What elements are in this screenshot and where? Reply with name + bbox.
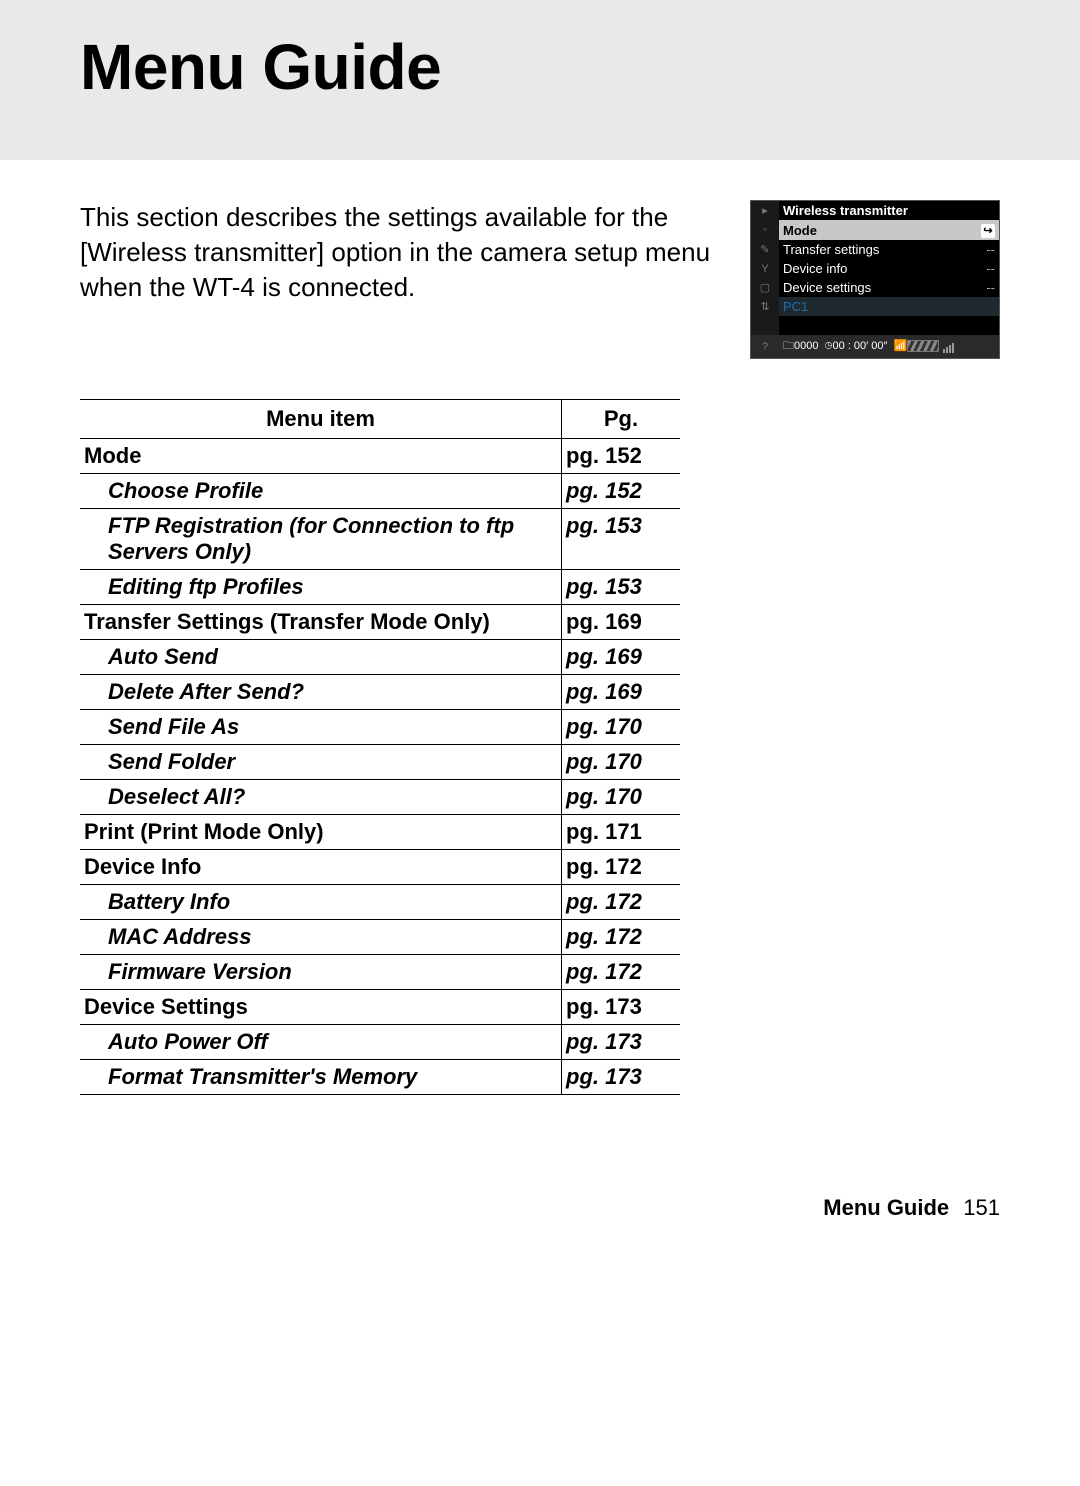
table-row: Modepg. 152 [80,439,680,474]
table-row: Format Transmitter's Memorypg. 173 [80,1060,680,1095]
camera-row-deviceinfo-val: -- [961,259,999,278]
menu-item-name: Send File As [80,710,562,745]
menu-item-page: pg. 152 [562,439,681,474]
menu-item-page: pg. 172 [562,955,681,990]
menu-item-page: pg. 171 [562,815,681,850]
table-row: Deselect All?pg. 170 [80,780,680,815]
camera-row-transfer-val: -- [961,240,999,259]
pencil-icon: ✎ [751,240,779,259]
camera-menu-title: Wireless transmitter [779,201,999,220]
menu-item-page: pg. 173 [562,1025,681,1060]
table-row: Send File Aspg. 170 [80,710,680,745]
menu-item-page: pg. 170 [562,710,681,745]
table-row: MAC Addresspg. 172 [80,920,680,955]
status-count: 0000 [794,340,818,352]
menu-item-page: pg. 153 [562,570,681,605]
menu-item-name: Auto Power Off [80,1025,562,1060]
menu-item-name: Send Folder [80,745,562,780]
table-row: Delete After Send?pg. 169 [80,675,680,710]
menu-item-page: pg. 172 [562,850,681,885]
table-row: Editing ftp Profilespg. 153 [80,570,680,605]
camera-profile: PC1 [779,297,999,316]
camera-row-transfer: Transfer settings [779,240,961,259]
table-row: Device Settingspg. 173 [80,990,680,1025]
menu-item-name: Mode [80,439,562,474]
menu-item-table: Menu item Pg. Modepg. 152Choose Profilep… [80,399,680,1095]
menu-item-name: Auto Send [80,640,562,675]
menu-item-name: Print (Print Mode Only) [80,815,562,850]
signal-icon: 📶 [894,339,908,352]
menu-item-name: Device Settings [80,990,562,1025]
menu-item-page: pg. 173 [562,1060,681,1095]
menu-item-page: pg. 170 [562,745,681,780]
menu-item-page: pg. 152 [562,474,681,509]
menu-item-page: pg. 153 [562,509,681,570]
net-icon: ⇅ [751,297,779,316]
menu-item-name: Deselect All? [80,780,562,815]
table-row: Device Infopg. 172 [80,850,680,885]
help-icon: ? [751,335,779,358]
menu-item-page: pg. 169 [562,605,681,640]
camera-menu-screenshot: ▸ Wireless transmitter ◦ Mode ↪ ✎ Transf… [750,200,1000,359]
status-time: 00 : 00′ 00″ [833,340,888,352]
clip-icon: ▢ [751,278,779,297]
table-row: Print (Print Mode Only)pg. 171 [80,815,680,850]
table-row: Send Folderpg. 170 [80,745,680,780]
menu-item-name: Firmware Version [80,955,562,990]
table-row: Firmware Versionpg. 172 [80,955,680,990]
signal-bars-icon [942,343,954,356]
table-row: Transfer Settings (Transfer Mode Only)pg… [80,605,680,640]
camera-status-bar: 🗀0000 ◷00 : 00′ 00″ 📶 [779,335,999,358]
menu-item-page: pg. 173 [562,990,681,1025]
menu-item-name: Device Info [80,850,562,885]
menu-item-name: Format Transmitter's Memory [80,1060,562,1095]
play-icon: ▸ [751,201,779,220]
table-row: Auto Sendpg. 169 [80,640,680,675]
menu-item-name: FTP Registration (for Connection to ftp … [80,509,562,570]
battery-stripes-icon [907,340,939,352]
menu-item-name: MAC Address [80,920,562,955]
menu-item-name: Battery Info [80,885,562,920]
wrench-icon: Y [751,259,779,278]
table-row: Choose Profilepg. 152 [80,474,680,509]
mode-arrow: ↪ [961,220,999,240]
menu-item-page: pg. 172 [562,920,681,955]
menu-item-page: pg. 170 [562,780,681,815]
camera-row-deviceinfo: Device info [779,259,961,278]
folder-icon: 🗀 [783,340,794,352]
table-header-item: Menu item [80,400,562,439]
menu-item-page: pg. 169 [562,675,681,710]
menu-item-name: Editing ftp Profiles [80,570,562,605]
menu-item-name: Choose Profile [80,474,562,509]
clock-icon: ◷ [825,340,833,352]
menu-item-name: Transfer Settings (Transfer Mode Only) [80,605,562,640]
page-footer: Menu Guide 151 [0,1195,1080,1251]
camera-row-devicesettings-val: -- [961,278,999,297]
camera-icon: ◦ [751,220,779,240]
page-title: Menu Guide [80,30,1000,104]
menu-item-page: pg. 172 [562,885,681,920]
table-row: Battery Infopg. 172 [80,885,680,920]
footer-page-number: 151 [963,1195,1000,1220]
table-row: Auto Power Offpg. 173 [80,1025,680,1060]
table-header-pg: Pg. [562,400,681,439]
page-header: Menu Guide [0,0,1080,160]
camera-row-devicesettings: Device settings [779,278,961,297]
menu-item-name: Delete After Send? [80,675,562,710]
table-row: FTP Registration (for Connection to ftp … [80,509,680,570]
menu-item-page: pg. 169 [562,640,681,675]
intro-paragraph: This section describes the settings avai… [80,200,720,305]
footer-title: Menu Guide [823,1195,949,1220]
camera-row-mode: Mode [779,220,961,240]
